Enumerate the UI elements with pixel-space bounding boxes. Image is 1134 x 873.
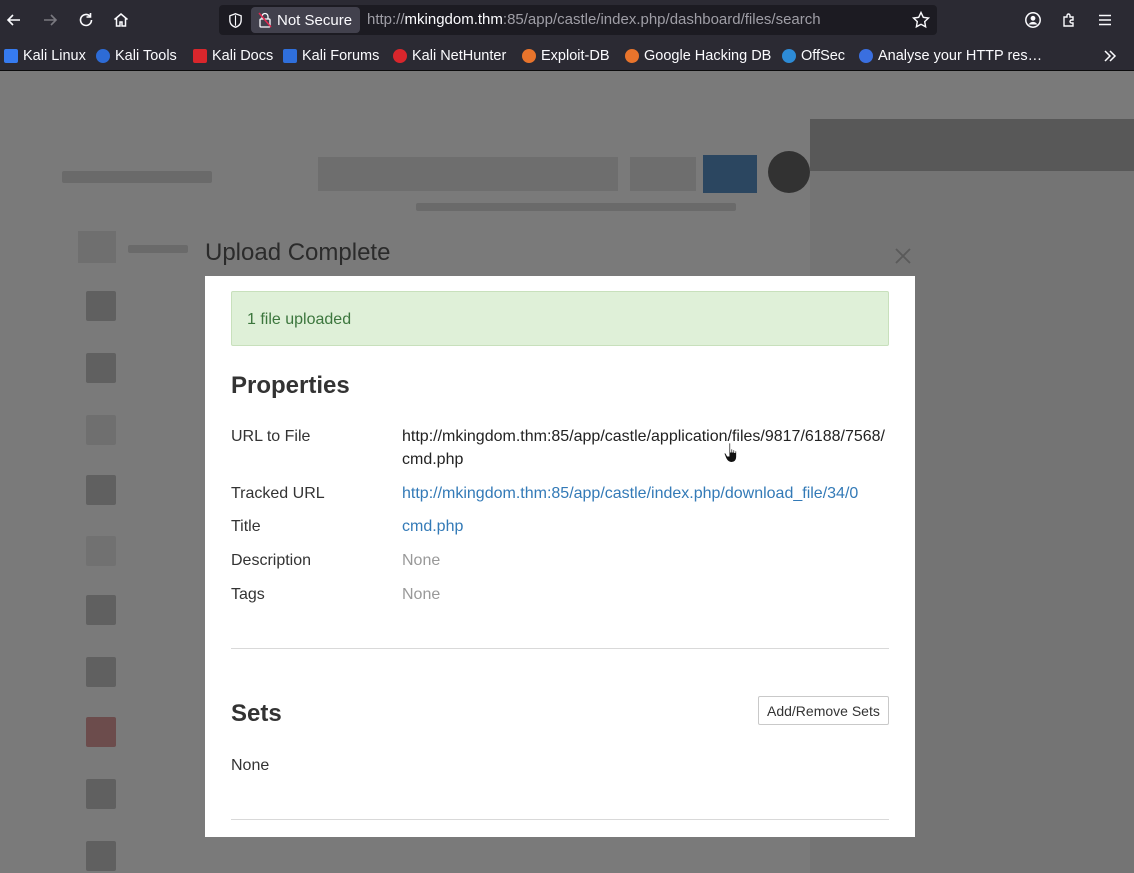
url-host: mkingdom.thm (404, 11, 503, 28)
kali-dragon-icon (4, 49, 18, 63)
reload-icon (79, 13, 93, 27)
bookmark-label: Kali Forums (302, 48, 380, 64)
exploit-db-icon (522, 49, 536, 63)
bookmark-google-hacking-db[interactable]: Google Hacking DB (625, 47, 771, 65)
hand-cursor-icon (723, 442, 738, 463)
bookmark-kali-nethunter[interactable]: Kali NetHunter (393, 47, 506, 65)
description-value[interactable]: None (402, 552, 440, 570)
bookmark-star-icon[interactable] (911, 10, 931, 30)
forward-button[interactable] (36, 6, 64, 34)
url-bar[interactable]: Not Secure http://mkingdom.thm:85/app/ca… (219, 5, 937, 35)
url-to-file-label: URL to File (231, 428, 311, 445)
properties-heading: Properties (231, 372, 350, 399)
bookmark-kali-docs[interactable]: Kali Docs (193, 47, 273, 65)
bookmark-analyse-http[interactable]: Analyse your HTTP res… (859, 47, 1042, 65)
kali-forums-icon (283, 49, 297, 63)
title-value[interactable]: cmd.php (402, 518, 463, 536)
close-icon (895, 248, 911, 264)
bookmark-label: Kali Docs (212, 48, 274, 64)
tracked-url-label: Tracked URL (231, 485, 325, 502)
back-button[interactable] (0, 6, 28, 34)
bookmark-kali-linux[interactable]: Kali Linux (4, 47, 86, 65)
bookmark-exploit-db[interactable]: Exploit-DB (522, 47, 610, 65)
divider (231, 819, 889, 820)
bookmark-label: Google Hacking DB (644, 48, 772, 64)
arrow-left-icon (6, 14, 20, 26)
sets-heading: Sets (231, 700, 282, 727)
extensions-button[interactable] (1055, 6, 1083, 34)
arrow-right-icon (44, 14, 58, 26)
bookmarks-bar: Kali Linux Kali Tools Kali Docs Kali For… (0, 40, 1134, 71)
success-alert: 1 file uploaded (231, 291, 889, 346)
tags-value[interactable]: None (402, 586, 440, 604)
home-button[interactable] (107, 6, 135, 34)
add-remove-sets-button[interactable]: Add/Remove Sets (758, 696, 889, 725)
kali-docs-icon (193, 49, 207, 63)
bookmark-label: Kali Tools (115, 48, 177, 64)
modal-close-button[interactable] (892, 245, 914, 267)
url-to-file-value: http://mkingdom.thm:85/app/castle/applic… (402, 428, 885, 468)
description-label: Description (231, 552, 312, 569)
bookmark-kali-tools[interactable]: Kali Tools (96, 47, 177, 65)
ghdb-icon (625, 49, 639, 63)
title-label: Title (231, 518, 261, 535)
url-text[interactable]: http://mkingdom.thm:85/app/castle/index.… (367, 11, 821, 28)
bookmark-label: OffSec (801, 48, 846, 64)
bookmark-offsec[interactable]: OffSec (782, 47, 845, 65)
browser-toolbar: Not Secure http://mkingdom.thm:85/app/ca… (0, 0, 1134, 40)
offsec-icon (782, 49, 796, 63)
divider (231, 648, 889, 649)
not-secure-label: Not Secure (277, 11, 353, 29)
url-path: :85/app/castle/index.php/dashboard/files… (502, 11, 821, 28)
kali-tools-icon (96, 49, 110, 63)
kali-nethunter-icon (393, 49, 407, 63)
home-icon (114, 13, 128, 27)
bookmark-label: Kali NetHunter (412, 48, 507, 64)
account-icon (1025, 12, 1041, 28)
menu-button[interactable] (1091, 6, 1119, 34)
upload-complete-dialog: 1 file uploaded Properties URL to File h… (205, 276, 915, 837)
puzzle-icon (1063, 13, 1074, 27)
modal-title: Upload Complete (205, 239, 391, 266)
tracked-url-link[interactable]: http://mkingdom.thm:85/app/castle/index.… (402, 485, 858, 503)
shield-icon[interactable] (225, 10, 245, 30)
http-analyse-icon (859, 49, 873, 63)
url-scheme: http:// (367, 11, 405, 28)
broken-lock-icon (258, 12, 272, 28)
bookmark-label: Analyse your HTTP res… (878, 48, 1043, 64)
bookmark-label: Kali Linux (23, 48, 86, 64)
chevron-double-right-icon[interactable] (1100, 46, 1120, 66)
sets-value: None (231, 757, 270, 774)
bookmark-label: Exploit-DB (541, 48, 610, 64)
tags-label: Tags (231, 586, 265, 603)
account-button[interactable] (1019, 6, 1047, 34)
bookmark-kali-forums[interactable]: Kali Forums (283, 47, 379, 65)
reload-button[interactable] (72, 6, 100, 34)
not-secure-badge[interactable]: Not Secure (251, 7, 361, 33)
hamburger-menu-icon (1099, 14, 1111, 26)
